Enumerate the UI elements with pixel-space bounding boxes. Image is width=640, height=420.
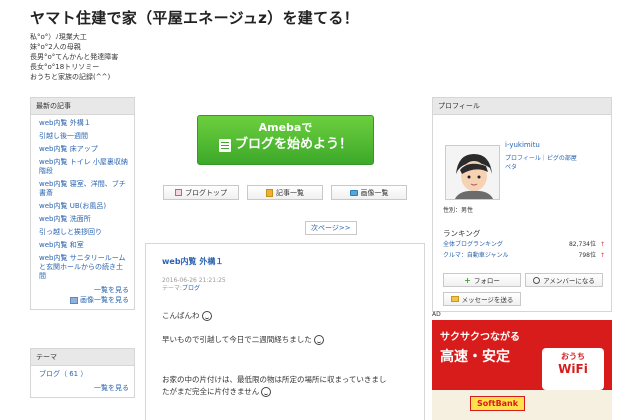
entries-list-link[interactable]: 一覧を見る [39,285,129,295]
recent-entry-link[interactable]: web内覧 和室 [39,241,129,250]
article-text: お家の中の片付けは、最低限の物は所定の場所に収まっていきまし [162,375,387,384]
amember-label: アメンバーになる [543,277,595,285]
images-list-link[interactable]: 画像一覧を見る [39,295,129,305]
ranking-label[interactable]: 全体ブログランキング [443,240,503,249]
image-list-button[interactable]: 画像一覧 [331,185,407,200]
recent-entry-link[interactable]: 引っ越しと挨拶回り [39,228,129,237]
image-icon [70,296,78,304]
notepad-icon [218,138,231,152]
recent-entry-link[interactable]: web内覧 床アップ [39,145,129,154]
description-line: 妹°o°2人の母親 [30,43,81,51]
profile-links[interactable]: プロフィール｜ピグの部屋 [505,153,577,162]
profile-actions: + フォロー アメンバーになる [443,273,603,287]
message-button[interactable]: メッセージを送る [443,292,521,306]
recent-entry-link[interactable]: web内覧 洗面所 [39,215,129,224]
recent-entry-link[interactable]: 引越し後一週間 [39,132,129,141]
entry-list-button[interactable]: 記事一覧 [247,185,323,200]
recent-entry-link[interactable]: web内覧 UB(お風呂) [39,202,129,211]
recent-entries-box: 最新の記事 web内覧 外構１ 引越し後一週間 web内覧 床アップ web内覧… [30,97,135,310]
theme-item-link[interactable]: ブログ（ 61 ） [39,370,129,379]
ranking-row: クルマ：自動車ジャンル 798位 ↑ [443,251,605,260]
smile-emoji-icon [313,335,324,345]
profile-actions: メッセージを送る [443,292,603,306]
article-paragraph: 早いもので引越して今日で二週間経ちました [162,335,408,345]
image-list-label: 画像一覧 [360,188,389,197]
article-title[interactable]: web内覧 外構１ [162,256,408,267]
plus-icon: + [464,275,471,285]
profile-heading: プロフィール [433,98,611,115]
avatar-icon [446,146,499,199]
article-theme: テーマ:ブログ [162,285,408,293]
camera-icon [349,189,358,196]
description-line: 長女°o°18トリソミー [30,63,100,71]
start-blog-button[interactable]: Amebaで ブログを始めよう！ [197,115,374,165]
ranking-title: ランキング [443,229,481,238]
smile-emoji-icon [201,311,212,321]
article-date: 2016-06-26 21:21:25 [162,277,226,284]
recent-entry-link[interactable]: web内覧 寝室、洋間、ブチ書斎 [39,180,129,198]
description-line: 長男°o°てんかんと発達障害 [30,53,119,61]
follow-button[interactable]: + フォロー [443,273,521,287]
next-page-link[interactable]: 次ページ>> [305,221,357,235]
rank-up-icon: ↑ [599,252,605,259]
blog-header: ヤマト住建で家（平屋エネージュz）を建てる！ 私°o°）ﾉ現業大工 妹°o°2人… [30,8,610,82]
profile-name[interactable]: i-yukimitu [505,141,540,149]
list-icon [266,188,273,197]
images-list-label: 画像一覧を見る [80,296,129,304]
description-line: おうちと家族の記録(^^) [30,73,111,81]
ranking-value: 82,734位 [568,241,596,248]
ranking-label[interactable]: クルマ：自動車ジャンル [443,251,509,260]
ad-banner[interactable]: サクサクつながる 高速・安定 おうち WiFi SoftBank [432,320,612,420]
start-blog-line1: Amebaで [258,121,313,134]
ad-house-icon: おうち WiFi [542,348,604,390]
article-theme-label: テーマ: [162,285,183,292]
home-icon [175,189,182,196]
blog-top-button[interactable]: ブログトップ [163,185,239,200]
sweat-emoji-icon [261,387,272,397]
ad-label: AD [432,311,441,318]
recent-entry-link[interactable]: web内覧 サニタリールームと玄関ホールからの続き土間 [39,254,129,281]
ad-logo: SoftBank [470,396,526,411]
article-paragraph: お家の中の片付けは、最低限の物は所定の場所に収まっていきまし [162,375,408,385]
article-paragraph: たがまだ完全に片付きません [162,387,408,397]
description-line: 私°o°）ﾉ現業大工 [30,33,87,41]
peta-link[interactable]: ペタ [505,162,517,171]
theme-list-link[interactable]: 一覧を見る [39,383,129,393]
rank-up-icon: ↑ [599,241,605,248]
ad-text: サクサクつながる [440,332,520,343]
article-paragraph: こんばんわ [162,311,408,321]
recent-entries-heading: 最新の記事 [31,98,134,115]
ad-wifi-text: WiFi [558,362,588,376]
message-label: メッセージを送る [461,296,514,304]
start-blog-line2: ブログを始めよう！ [234,137,352,152]
theme-box: テーマ ブログ（ 61 ） 一覧を見る [30,348,135,398]
profile-box: プロフィール i-yukimitu プロフィール｜ピグの部屋 ペタ 性別：男性 … [432,97,612,312]
entry-list-label: 記事一覧 [276,188,304,197]
ad-house-text: おうち [561,352,585,361]
article-text: たがまだ完全に片付きません [162,387,260,396]
follow-label: フォロー [473,277,500,285]
blog-nav: ブログトップ 記事一覧 画像一覧 [163,185,407,200]
article-text: 早いもので引越して今日で二週間経ちました [162,335,312,344]
recent-entry-link[interactable]: web内覧 外構１ [39,119,129,128]
article-theme-link[interactable]: ブログ [182,285,200,292]
recent-entry-link[interactable]: web内覧 トイレ 小屋裏収納 階段 [39,158,129,176]
ranking-value: 798位 [578,252,596,259]
mail-icon [450,296,459,302]
theme-heading: テーマ [31,349,134,366]
avatar[interactable] [445,145,500,200]
article: web内覧 外構１ 2016-06-26 21:21:25 テーマ:ブログ こん… [145,243,425,420]
ad-headline: 高速・安定 [440,349,510,365]
ad-footer: SoftBank [432,390,612,420]
article-text: こんばんわ [162,311,200,320]
profile-gender: 性別：男性 [443,207,474,214]
amember-button[interactable]: アメンバーになる [525,273,603,287]
blog-top-label: ブログトップ [185,188,227,197]
blog-description: 私°o°）ﾉ現業大工 妹°o°2人の母親 長男°o°てんかんと発達障害 長女°o… [30,32,610,82]
ranking-row: 全体ブログランキング 82,734位 ↑ [443,240,605,249]
user-icon [533,276,541,284]
blog-title[interactable]: ヤマト住建で家（平屋エネージュz）を建てる！ [30,8,610,28]
